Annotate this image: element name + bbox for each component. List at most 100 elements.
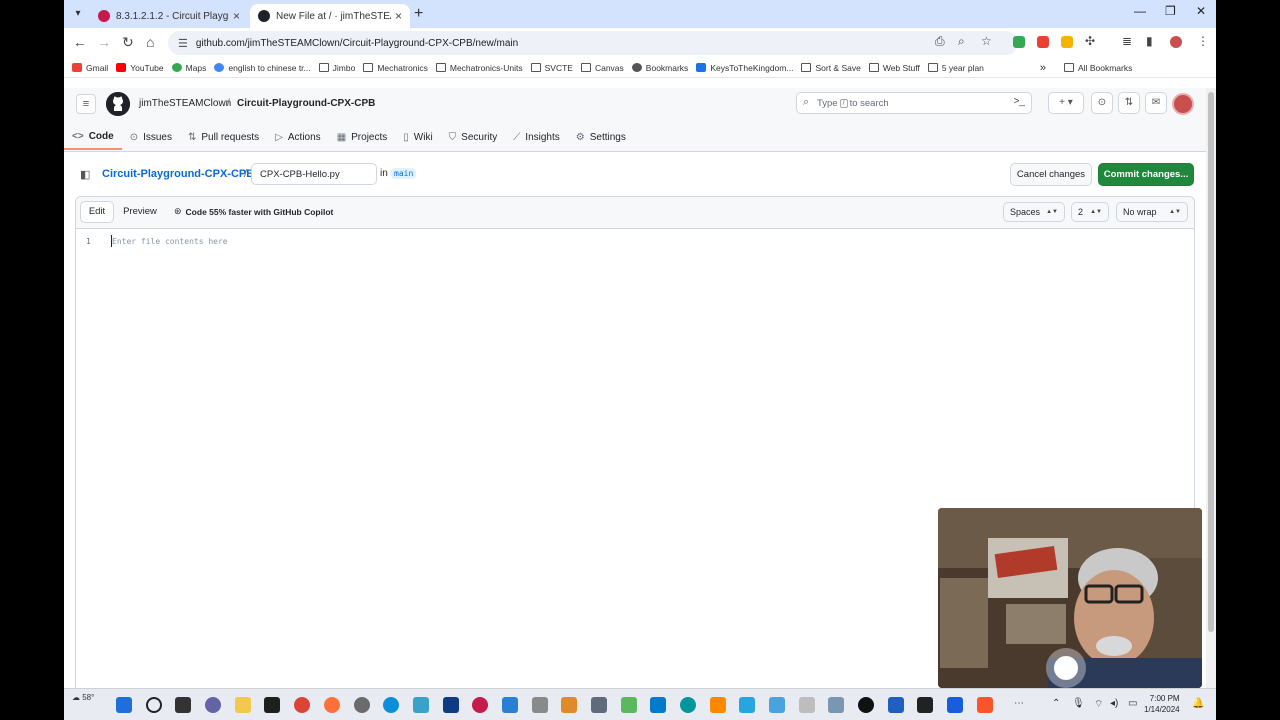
bookmark-folder-svcte[interactable]: SVCTE xyxy=(530,63,573,73)
commit-changes-button[interactable]: Commit changes... xyxy=(1098,163,1194,186)
calculator-icon[interactable] xyxy=(591,697,607,713)
tab-pull-requests[interactable]: ⇅ Pull requests xyxy=(180,124,267,150)
system-clock[interactable]: 7:00 PM 1/14/2024 xyxy=(1144,693,1180,715)
install-app-icon[interactable]: ⎙ xyxy=(935,34,945,49)
brave-icon[interactable] xyxy=(977,697,993,713)
tab-search-icon[interactable]: ▾ xyxy=(70,6,86,22)
scrollbar-thumb[interactable] xyxy=(1208,92,1214,632)
bookmark-gmail[interactable]: Gmail xyxy=(72,63,108,73)
more-apps-icon[interactable]: ⋯ xyxy=(1014,698,1024,709)
cancel-changes-button[interactable]: Cancel changes xyxy=(1010,163,1092,186)
photo-app-icon[interactable] xyxy=(828,697,844,713)
chat-icon[interactable] xyxy=(205,697,221,713)
bookmark-folder-web-stuff[interactable]: Web Stuff xyxy=(868,63,920,73)
weather-widget[interactable]: ☁ 58° xyxy=(72,693,94,702)
settings-icon[interactable] xyxy=(354,697,370,713)
vlc-icon[interactable] xyxy=(710,697,726,713)
back-icon[interactable]: ← xyxy=(73,34,87,50)
app-l-icon[interactable] xyxy=(443,697,459,713)
image-editor-icon[interactable] xyxy=(621,697,637,713)
new-tab-icon[interactable]: + xyxy=(414,5,423,23)
start-icon[interactable] xyxy=(116,697,132,713)
firefox-icon[interactable] xyxy=(324,697,340,713)
battery-icon[interactable]: ▭ xyxy=(1128,698,1137,709)
file-tree-toggle-icon[interactable]: ◧ xyxy=(80,168,90,181)
notepad-icon[interactable] xyxy=(769,697,785,713)
tab-active[interactable]: New File at / · jimTheSTEAMClown × xyxy=(250,4,410,28)
task-view-icon[interactable] xyxy=(175,697,191,713)
pen-app-icon[interactable] xyxy=(739,697,755,713)
filename-input[interactable] xyxy=(251,163,377,185)
bookmarks-overflow-icon[interactable]: » xyxy=(1040,62,1046,74)
wifi-icon[interactable]: ⌔ xyxy=(1094,698,1103,711)
close-tab-icon[interactable]: × xyxy=(233,9,240,23)
tab-code[interactable]: <> Code xyxy=(64,124,122,150)
command-palette-icon[interactable]: >_ xyxy=(1014,96,1025,107)
close-tab-icon[interactable]: × xyxy=(395,9,402,23)
raspberry-pi-icon[interactable] xyxy=(472,697,488,713)
home-icon[interactable]: ⌂ xyxy=(146,34,154,50)
tab-insights[interactable]: ⟋ Insights xyxy=(505,124,567,150)
profile-avatar-icon[interactable] xyxy=(1170,36,1182,48)
user-avatar[interactable] xyxy=(1172,93,1194,115)
file-explorer-icon[interactable] xyxy=(235,697,251,713)
arduino-icon[interactable] xyxy=(680,697,696,713)
repo-name-link[interactable]: Circuit-Playground-CPX-CPB xyxy=(237,98,375,109)
menu-icon[interactable]: ≡ xyxy=(76,94,96,114)
tab-preview[interactable]: Preview xyxy=(118,201,162,223)
microphone-app-icon[interactable] xyxy=(532,697,548,713)
bookmark-folder-jimbo[interactable]: Jimbo xyxy=(318,63,355,73)
site-info-icon[interactable]: ☰ xyxy=(178,37,188,50)
tab-actions[interactable]: ▷ Actions xyxy=(267,124,329,150)
edge-icon[interactable] xyxy=(383,697,399,713)
snipping-tool-icon[interactable] xyxy=(413,697,429,713)
bookmark-star-icon[interactable]: ☆ xyxy=(981,34,992,48)
reading-list-icon[interactable]: ≣ xyxy=(1122,34,1132,48)
vs-code-v2-icon[interactable] xyxy=(502,697,518,713)
tab-edit[interactable]: Edit xyxy=(80,201,114,223)
notification-bell-icon[interactable]: 🔔 xyxy=(1192,698,1204,709)
github-logo-icon[interactable] xyxy=(106,92,130,116)
bookmark-maps[interactable]: Maps xyxy=(171,63,206,73)
extensions-puzzle-icon[interactable]: ✣ xyxy=(1085,34,1095,48)
typora-icon[interactable] xyxy=(799,697,815,713)
store-icon[interactable] xyxy=(888,697,904,713)
bookmark-folder-mechatronics-units[interactable]: Mechatronics-Units xyxy=(435,63,523,73)
repo-owner-link[interactable]: jimTheSTEAMClown xyxy=(139,98,231,109)
search-icon[interactable] xyxy=(146,697,162,713)
tab-security[interactable]: ⛉ Security xyxy=(441,124,506,150)
bookmark-folder-sort-save[interactable]: Sort & Save xyxy=(801,63,861,73)
chrome-icon[interactable] xyxy=(294,697,310,713)
page-scrollbar[interactable] xyxy=(1206,88,1216,688)
extension-red-icon[interactable] xyxy=(1037,36,1049,48)
forward-icon[interactable]: → xyxy=(97,34,111,50)
wrap-mode-select[interactable]: No wrap ▲▼ xyxy=(1116,202,1188,222)
restore-icon[interactable]: ❐ xyxy=(1165,4,1176,18)
tab-projects[interactable]: ▦ Projects xyxy=(329,124,396,150)
issues-icon[interactable]: ⊙ xyxy=(1091,92,1113,114)
bookmark-folder-mechatronics[interactable]: Mechatronics xyxy=(363,63,428,73)
inbox-icon[interactable]: ✉ xyxy=(1145,92,1167,114)
tiktok-icon[interactable] xyxy=(858,697,874,713)
indent-size-select[interactable]: 2 ▲▼ xyxy=(1071,202,1109,222)
indent-mode-select[interactable]: Spaces ▲▼ xyxy=(1003,202,1065,222)
copilot-promo[interactable]: ⊛ Code 55% faster with GitHub Copilot xyxy=(174,206,333,217)
pull-requests-icon[interactable]: ⇅ xyxy=(1118,92,1140,114)
side-panel-icon[interactable]: ▮ xyxy=(1146,34,1153,48)
reload-icon[interactable]: ↻ xyxy=(122,34,134,51)
bookmark-translate[interactable]: english to chinese tr... xyxy=(214,63,311,73)
tab-settings[interactable]: ⚙ Settings xyxy=(568,124,634,150)
terminal-icon[interactable] xyxy=(264,697,280,713)
zoom-icon[interactable]: ⌕ xyxy=(958,34,965,49)
close-window-icon[interactable]: ✕ xyxy=(1196,4,1206,18)
extension-green-icon[interactable] xyxy=(1013,36,1025,48)
bookmark-folder-5-year-plan[interactable]: 5 year plan xyxy=(927,63,984,73)
create-new-button[interactable]: + ▾ xyxy=(1048,92,1084,114)
tab-inactive[interactable]: 8.3.1.2.1.2 - Circuit Playground × xyxy=(90,4,248,28)
tab-wiki[interactable]: ▯ Wiki xyxy=(395,124,440,150)
bookmark-keys[interactable]: KeysToTheKingdom... xyxy=(696,63,793,73)
all-bookmarks[interactable]: All Bookmarks xyxy=(1064,63,1132,73)
bookmark-youtube[interactable]: YouTube xyxy=(116,63,164,73)
bookmark-bookmarks[interactable]: Bookmarks xyxy=(631,63,688,73)
breadcrumb-repo-link[interactable]: Circuit-Playground-CPX-CPB xyxy=(102,168,254,180)
